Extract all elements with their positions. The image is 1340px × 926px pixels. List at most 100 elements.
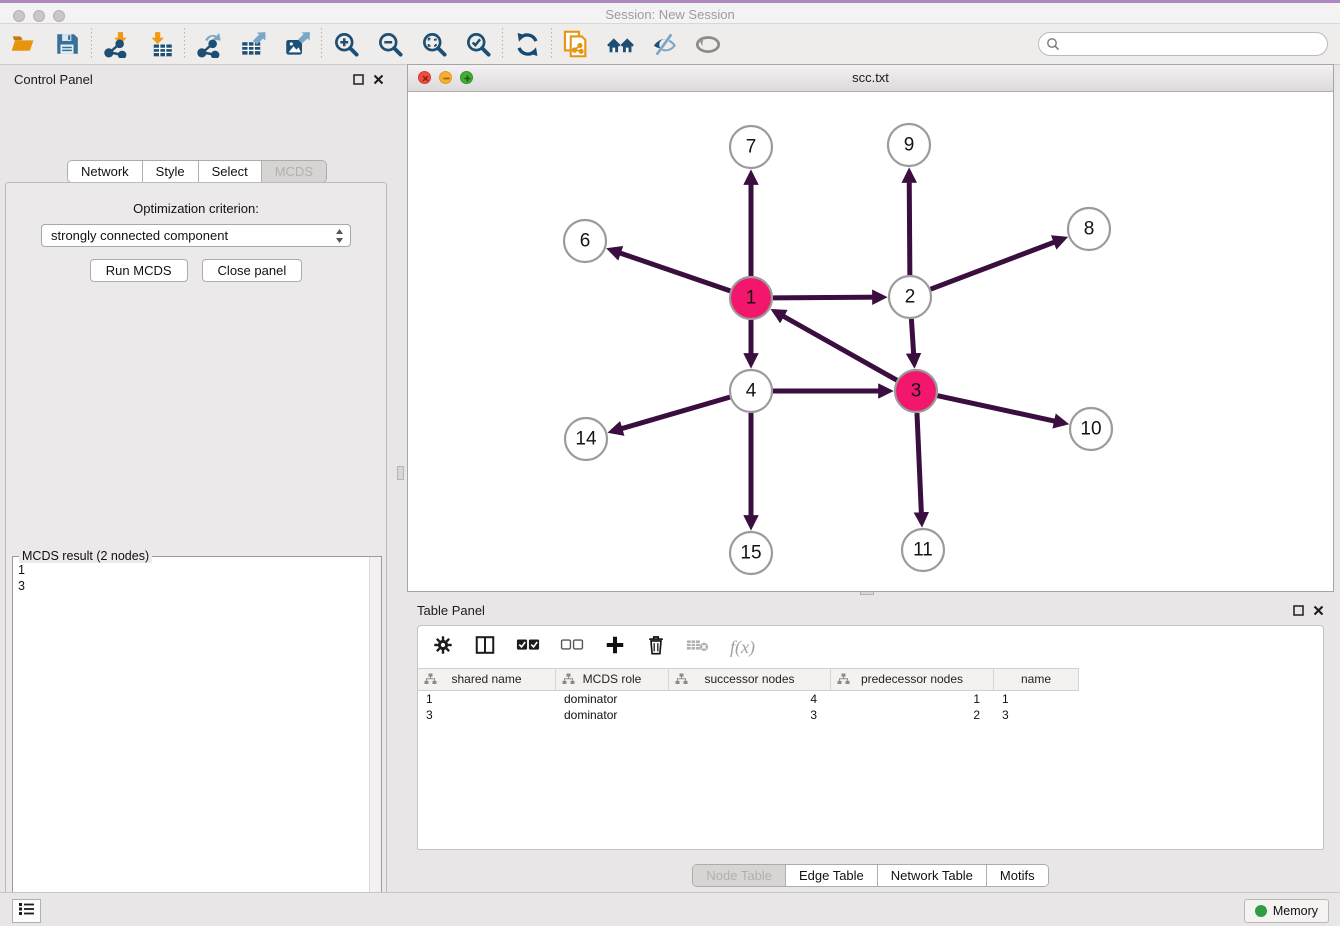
table-row[interactable]: 3dominator323 bbox=[418, 707, 1079, 723]
graph-node-label: 6 bbox=[580, 231, 591, 252]
graph-node-14[interactable]: 14 bbox=[565, 418, 607, 460]
zoom-out-icon[interactable] bbox=[375, 29, 405, 59]
float-panel-icon[interactable] bbox=[353, 72, 364, 90]
zoom-selected-icon[interactable] bbox=[463, 29, 493, 59]
control-panel: Control Panel NetworkStyleSelectMCDS Opt… bbox=[0, 64, 394, 884]
export-network-icon[interactable] bbox=[194, 29, 224, 59]
table-cell[interactable]: 2 bbox=[831, 707, 994, 723]
toolbar-separator bbox=[551, 28, 552, 60]
column-header-label: MCDS role bbox=[556, 672, 668, 686]
tab-network[interactable]: Network bbox=[68, 161, 142, 182]
graph-node-4[interactable]: 4 bbox=[730, 370, 772, 412]
table-cell[interactable]: 3 bbox=[669, 707, 831, 723]
tab-select[interactable]: Select bbox=[198, 161, 261, 182]
save-session-icon[interactable] bbox=[52, 29, 82, 59]
close-panel-icon[interactable] bbox=[373, 72, 384, 90]
run-mcds-button[interactable]: Run MCDS bbox=[90, 259, 188, 282]
graph-node-6[interactable]: 6 bbox=[564, 220, 606, 262]
deselect-all-icon[interactable] bbox=[560, 637, 584, 658]
add-row-icon[interactable] bbox=[604, 634, 626, 661]
graph-node-15[interactable]: 15 bbox=[730, 532, 772, 574]
tab-mcds[interactable]: MCDS bbox=[261, 161, 326, 182]
window-title: Session: New Session bbox=[0, 7, 1340, 22]
graph-edge-1-6[interactable] bbox=[611, 250, 731, 291]
memory-status-dot bbox=[1255, 905, 1267, 917]
columns-icon[interactable] bbox=[474, 634, 496, 661]
graph-node-10[interactable]: 10 bbox=[1070, 408, 1112, 450]
graph-edge-3-10[interactable] bbox=[937, 396, 1064, 424]
zoom-fit-icon[interactable] bbox=[419, 29, 449, 59]
table-cell[interactable]: dominator bbox=[556, 691, 669, 707]
memory-button[interactable]: Memory bbox=[1244, 899, 1329, 923]
import-table-icon[interactable] bbox=[145, 29, 175, 59]
table-cell[interactable]: 1 bbox=[831, 691, 994, 707]
eye-slash-icon[interactable] bbox=[649, 29, 679, 59]
table-row[interactable]: 1dominator411 bbox=[418, 691, 1079, 707]
graph-edge-1-2[interactable] bbox=[773, 297, 883, 298]
column-header-shared-name[interactable]: shared name bbox=[418, 669, 556, 690]
table-body: 1dominator4113dominator323 bbox=[418, 691, 1323, 723]
graph-node-3[interactable]: 3 bbox=[895, 370, 937, 412]
export-table-icon[interactable] bbox=[238, 29, 268, 59]
graph-node-11[interactable]: 11 bbox=[902, 529, 944, 571]
graph-node-8[interactable]: 8 bbox=[1068, 208, 1110, 250]
column-header-name[interactable]: name bbox=[994, 669, 1079, 690]
application-window: Session: New Session bbox=[0, 0, 1340, 926]
column-header-successor-nodes[interactable]: successor nodes bbox=[669, 669, 831, 690]
close-panel-button[interactable]: Close panel bbox=[202, 259, 303, 282]
delete-table-icon[interactable] bbox=[686, 636, 710, 659]
graph-edge-2-8[interactable] bbox=[931, 239, 1064, 290]
import-network-icon[interactable] bbox=[101, 29, 131, 59]
table-cell[interactable]: 1 bbox=[994, 691, 1079, 707]
column-header-label: shared name bbox=[418, 672, 555, 686]
tab-edge-table[interactable]: Edge Table bbox=[785, 865, 877, 886]
table-cell[interactable]: 4 bbox=[669, 691, 831, 707]
network-graph-canvas[interactable]: 7 9 6 8 1 2 4 3 14 10 15 11 bbox=[408, 91, 1333, 591]
trash-icon[interactable] bbox=[646, 634, 666, 661]
refresh-icon[interactable] bbox=[512, 29, 542, 59]
houses-icon[interactable] bbox=[605, 29, 635, 59]
search-input[interactable] bbox=[1038, 32, 1328, 56]
memory-button-label: Memory bbox=[1273, 904, 1318, 918]
close-panel-icon[interactable] bbox=[1313, 603, 1324, 621]
table-cell[interactable]: 3 bbox=[418, 707, 556, 723]
tab-network-table[interactable]: Network Table bbox=[877, 865, 986, 886]
graph-edge-2-3[interactable] bbox=[911, 319, 914, 364]
tab-node-table[interactable]: Node Table bbox=[693, 865, 785, 886]
column-header-predecessor-nodes[interactable]: predecessor nodes bbox=[831, 669, 994, 690]
column-header-MCDS-role[interactable]: MCDS role bbox=[556, 669, 669, 690]
eye-icon[interactable] bbox=[693, 29, 723, 59]
zoom-in-icon[interactable] bbox=[331, 29, 361, 59]
graph-node-1[interactable]: 1 bbox=[730, 277, 772, 319]
graph-edge-3-11[interactable] bbox=[917, 413, 922, 523]
criterion-select[interactable]: strongly connected component bbox=[41, 224, 351, 247]
table-cell[interactable]: 3 bbox=[994, 707, 1079, 723]
vertical-splitter-handle[interactable] bbox=[397, 466, 404, 480]
tab-style[interactable]: Style bbox=[142, 161, 198, 182]
function-builder-icon[interactable]: f(x) bbox=[730, 637, 755, 658]
float-panel-icon[interactable] bbox=[1293, 603, 1304, 621]
graph-node-7[interactable]: 7 bbox=[730, 126, 772, 168]
graph-edge-4-14[interactable] bbox=[612, 397, 730, 431]
toolbar-separator bbox=[321, 28, 322, 60]
clone-network-icon[interactable] bbox=[561, 29, 591, 59]
graph-node-label: 10 bbox=[1080, 419, 1101, 440]
network-window-titlebar[interactable]: scc.txt bbox=[408, 65, 1333, 92]
graph-node-9[interactable]: 9 bbox=[888, 124, 930, 166]
graph-node-2[interactable]: 2 bbox=[889, 276, 931, 318]
table-cell[interactable]: dominator bbox=[556, 707, 669, 723]
mcds-result-line: 1 bbox=[18, 562, 369, 578]
export-image-icon[interactable] bbox=[282, 29, 312, 59]
tab-motifs[interactable]: Motifs bbox=[986, 865, 1048, 886]
table-cell[interactable]: 1 bbox=[418, 691, 556, 707]
select-all-icon[interactable] bbox=[516, 637, 540, 658]
graph-node-label: 9 bbox=[904, 135, 915, 156]
gear-icon[interactable] bbox=[432, 634, 454, 661]
open-file-icon[interactable] bbox=[8, 29, 38, 59]
task-history-button[interactable] bbox=[12, 899, 41, 923]
result-scrollbar[interactable] bbox=[369, 557, 381, 926]
toolbar-separator bbox=[184, 28, 185, 60]
graph-edge-3-1[interactable] bbox=[775, 311, 897, 380]
graph-edge-2-9[interactable] bbox=[909, 172, 910, 275]
control-panel-tabs: NetworkStyleSelectMCDS bbox=[67, 160, 327, 183]
